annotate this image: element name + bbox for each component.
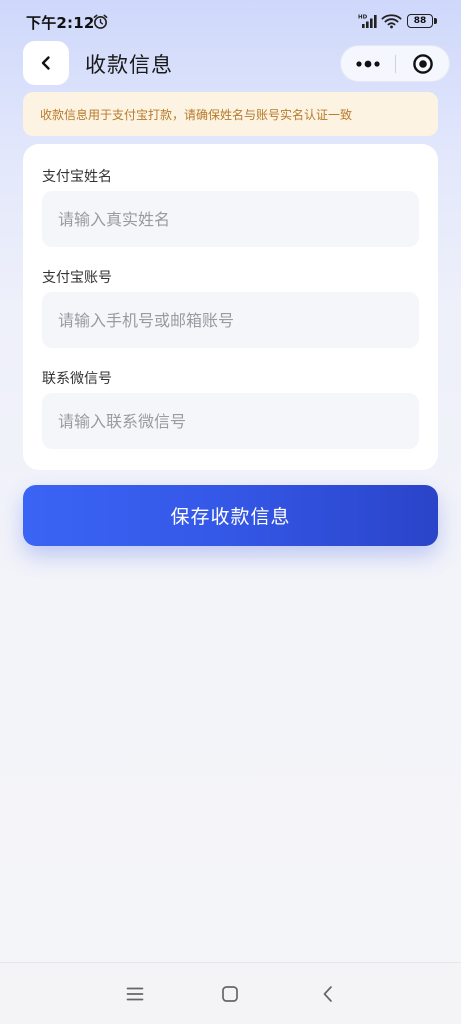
home-square-icon (222, 986, 238, 1002)
back-button[interactable] (23, 41, 69, 85)
nav-menu-button[interactable] (118, 979, 152, 1009)
back-chevron-icon (323, 986, 332, 1002)
status-bar: 下午2:12 HD 88 (0, 0, 461, 42)
close-mini-program-button[interactable] (396, 46, 450, 81)
menu-icon (126, 987, 144, 1001)
mini-program-capsule (340, 45, 450, 82)
notice-banner: 收款信息用于支付宝打款，请确保姓名与账号实名认证一致 (23, 92, 438, 136)
battery-level: 88 (413, 16, 427, 26)
battery-cap (434, 18, 437, 24)
signal-icon: HD (358, 15, 377, 28)
save-payment-info-button[interactable]: 保存收款信息 (23, 485, 438, 546)
alarm-icon (93, 14, 108, 29)
wechat-id-label: 联系微信号 (42, 371, 112, 387)
nav-back-button[interactable] (311, 979, 345, 1009)
alipay-name-label: 支付宝姓名 (42, 169, 112, 185)
alipay-account-label: 支付宝账号 (42, 270, 112, 286)
more-dots-icon (356, 60, 380, 67)
chevron-left-icon (41, 56, 50, 70)
page-title: 收款信息 (85, 53, 173, 77)
alipay-name-input[interactable] (42, 191, 419, 247)
status-time: 下午2:12 (26, 14, 95, 32)
network-badge: HD (358, 15, 368, 21)
alipay-account-input[interactable] (42, 292, 419, 348)
nav-home-button[interactable] (213, 979, 247, 1009)
target-circle-icon (413, 53, 433, 74)
wifi-icon (381, 14, 402, 29)
more-button[interactable] (341, 46, 395, 81)
system-nav-bar (0, 962, 461, 1024)
wechat-id-input[interactable] (42, 393, 419, 449)
payment-info-form: 支付宝姓名 支付宝账号 联系微信号 (23, 144, 438, 470)
notice-text: 收款信息用于支付宝打款，请确保姓名与账号实名认证一致 (40, 107, 353, 122)
battery-icon: 88 (407, 14, 433, 28)
